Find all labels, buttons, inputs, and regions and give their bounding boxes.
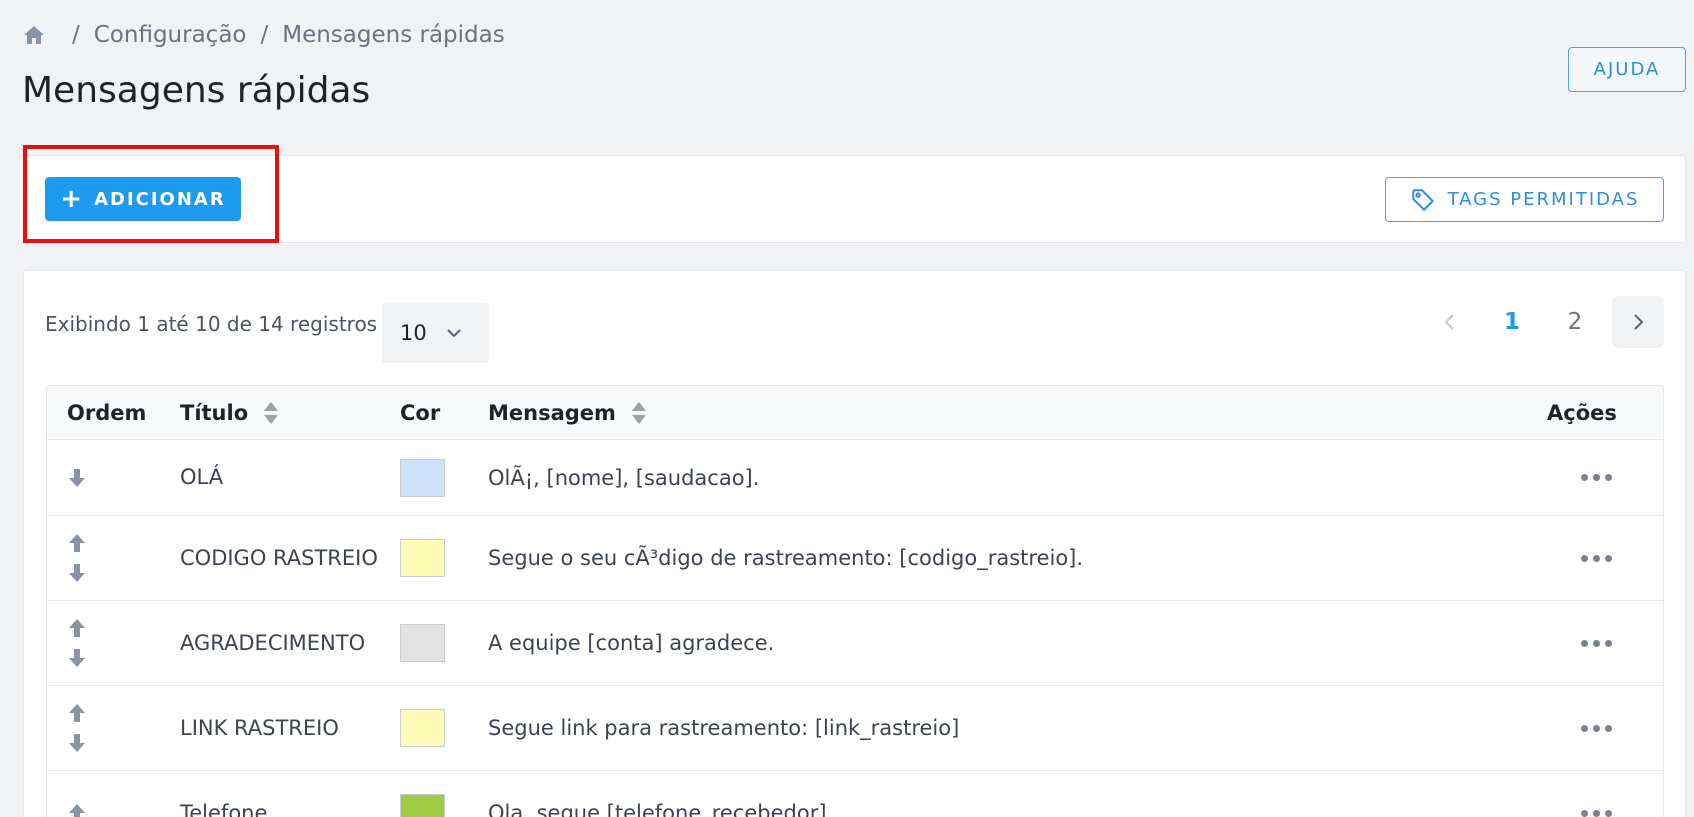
move-down-icon[interactable] [67,647,87,669]
move-down-icon[interactable] [67,732,87,754]
order-cell [67,516,87,600]
per-page-select[interactable]: 10 [382,303,489,363]
message-cell: A equipe [conta] agradece. [488,631,775,655]
table-header: Ordem Título Cor Mensagem Ações [47,386,1663,440]
message-cell: OlÃ¡, [nome], [saudacao]. [488,465,760,490]
order-cell [67,686,87,770]
message-cell: Segue o seu cÃ³digo de rastreamento: [co… [488,546,1084,570]
more-actions-icon[interactable] [1581,639,1612,647]
more-actions-icon[interactable] [1581,474,1612,481]
breadcrumb: / Configuração / Mensagens rápidas [22,22,505,48]
page-1-button[interactable]: 1 [1492,296,1532,348]
add-button-label: ADICIONAR [94,188,226,210]
more-actions-icon[interactable] [1581,554,1612,562]
column-header-order: Ordem [67,401,147,425]
move-up-icon[interactable] [67,702,87,724]
actions-cell [1581,440,1612,515]
column-header-title-label: Título [180,401,249,425]
home-icon[interactable] [22,23,46,47]
breadcrumb-item-current: Mensagens rápidas [282,22,505,48]
table-row: Telefone Ola, segue [telefone_recebedor] [47,771,1663,817]
help-button[interactable]: AJUDA [1568,47,1686,92]
column-header-message-label: Mensagem [488,401,616,425]
order-cell [67,601,87,685]
prev-page-button[interactable] [1430,296,1470,348]
title-cell: CODIGO RASTREIO [180,545,378,570]
table-row: AGRADECIMENTO A equipe [conta] agradece. [47,601,1663,686]
color-swatch [400,539,445,577]
move-up-icon[interactable] [67,617,87,639]
table-row: LINK RASTREIO Segue link para rastreament… [47,686,1663,771]
breadcrumb-separator: / [260,22,269,48]
actions-cell [1581,601,1612,685]
title-cell: OLÁ [180,465,224,489]
plus-icon: + [60,184,85,214]
records-count: Exibindo 1 até 10 de 14 registros [45,312,378,336]
color-cell [400,601,445,685]
breadcrumb-item-configuracao[interactable]: Configuração [94,22,247,48]
page-2-button[interactable]: 2 [1555,296,1595,348]
color-cell [400,516,445,600]
color-cell [400,440,445,515]
color-swatch [400,458,445,497]
color-cell [400,686,445,770]
move-down-icon[interactable] [67,562,87,584]
column-header-title[interactable]: Título [180,386,280,440]
chevron-left-icon [1444,314,1454,330]
actions-cell [1581,686,1612,770]
color-swatch [400,624,445,662]
allowed-tags-button[interactable]: TAGS PERMITIDAS [1385,177,1664,222]
tag-icon [1410,187,1436,213]
move-up-icon[interactable] [67,802,87,817]
title-cell: AGRADECIMENTO [180,630,366,655]
column-header-color: Cor [400,401,441,425]
per-page-value: 10 [400,321,427,345]
color-swatch [400,709,445,747]
actions-cell [1581,771,1612,817]
next-page-button[interactable] [1612,296,1664,348]
table-row: CODIGO RASTREIO Segue o seu cÃ³digo de ra… [47,516,1663,601]
order-cell [67,771,87,817]
more-actions-icon[interactable] [1581,724,1612,732]
page-title: Mensagens rápidas [22,70,371,111]
sort-icon[interactable] [630,400,648,426]
chevron-down-icon [444,323,464,343]
more-actions-icon[interactable] [1581,809,1612,817]
allowed-tags-label: TAGS PERMITIDAS [1447,189,1640,210]
actions-cell [1581,516,1612,600]
column-header-actions: Ações [1547,401,1617,425]
title-cell: Telefone [180,800,268,817]
order-cell [67,440,87,515]
chevron-right-icon [1634,314,1644,330]
messages-table: Ordem Título Cor Mensagem Ações OLÁ OlÃ¡,… [46,385,1664,817]
breadcrumb-separator: / [72,22,80,48]
title-cell: LINK RASTREIO [180,715,339,740]
move-up-icon[interactable] [67,532,87,554]
color-cell [400,771,445,817]
move-down-icon[interactable] [67,467,87,489]
table-row: OLÁ OlÃ¡, [nome], [saudacao]. [47,440,1663,516]
message-cell: Segue link para rastreamento: [link_rast… [488,716,960,740]
column-header-message[interactable]: Mensagem [488,386,648,440]
add-button[interactable]: + ADICIONAR [45,177,241,221]
color-swatch [400,794,445,817]
sort-icon[interactable] [262,400,280,426]
message-cell: Ola, segue [telefone_recebedor] [488,801,827,817]
